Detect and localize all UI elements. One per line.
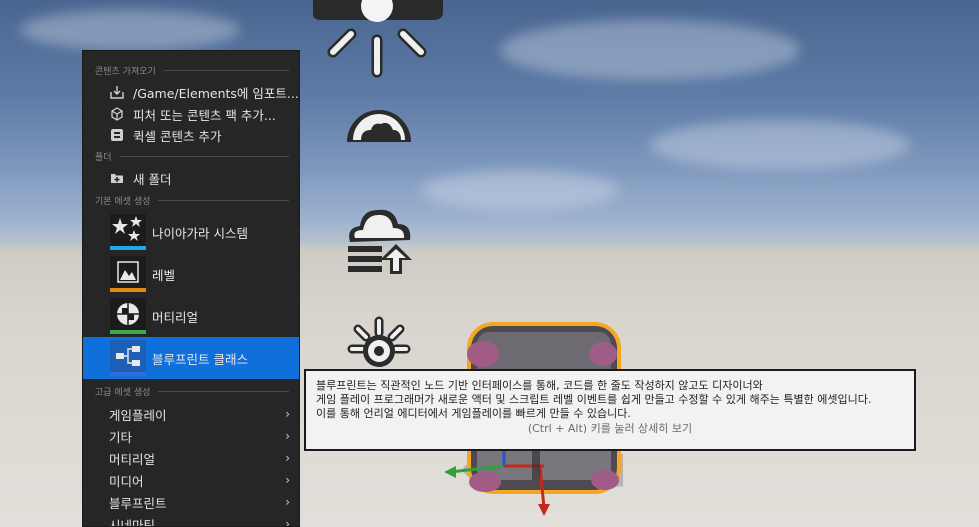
sky-cloud (650, 120, 910, 170)
quixel-icon (109, 127, 125, 143)
menu-item-label: 퀵셀 콘텐츠 추가 (133, 128, 222, 144)
menu-item-label: /Game/Elements에 임포트... (133, 85, 299, 101)
menu-item-label: 피처 또는 콘텐츠 팩 추가... (133, 107, 276, 123)
chevron-right-icon: › (285, 451, 290, 465)
sky-cloud (420, 170, 620, 210)
menu-item-new-folder[interactable]: 새 폴더 (83, 167, 299, 189)
sky-cloud (20, 10, 240, 50)
section-header-advanced-assets: 고급 에셋 생성 (95, 384, 289, 398)
menu-item-label: 새 폴더 (133, 171, 172, 187)
submenu-label: 게임플레이 (109, 407, 167, 423)
submenu-label: 머티리얼 (109, 451, 156, 467)
new-folder-icon (109, 170, 125, 186)
fog-icon[interactable] (342, 315, 416, 375)
submenu-label: 기타 (109, 429, 133, 445)
submenu-label: 미디어 (109, 473, 144, 489)
asset-label: 나이아가라 시스템 (152, 225, 248, 241)
submenu-material[interactable]: 머티리얼 › (83, 447, 299, 469)
submenu-gameplay[interactable]: 게임플레이 › (83, 403, 299, 425)
section-header-folder: 폴더 (95, 149, 289, 163)
chevron-right-icon: › (285, 407, 290, 421)
asset-label: 레벨 (152, 267, 176, 283)
submenu-cinematic[interactable]: 시네마틱 › (83, 513, 299, 527)
submenu-blueprint[interactable]: 블루프린트 › (83, 491, 299, 513)
submenu-misc[interactable]: 기타 › (83, 425, 299, 447)
niagara-icon (110, 214, 146, 250)
asset-label: 머티리얼 (152, 309, 199, 325)
chevron-right-icon: › (285, 473, 290, 487)
tooltip-line: 블루프린트는 직관적인 노드 기반 인터페이스를 통해, 코드를 한 줄도 작성… (316, 379, 763, 392)
section-header-basic-assets: 기본 에셋 생성 (95, 193, 289, 207)
skylight-icon[interactable] (344, 202, 414, 278)
import-icon (109, 84, 125, 100)
submenu-media[interactable]: 미디어 › (83, 469, 299, 491)
level-icon (110, 256, 146, 292)
tooltip-line: 게임 플레이 프로그래머가 새로운 액터 및 스크립트 레벨 이벤트를 쉽게 만… (316, 393, 872, 406)
sky-cloud (500, 20, 800, 80)
blueprint-class-icon (110, 340, 146, 376)
section-header-import: 콘텐츠 가져오기 (95, 63, 289, 77)
blueprint-class-tooltip: 블루프린트는 직관적인 노드 기반 인터페이스를 통해, 코드를 한 줄도 작성… (304, 369, 916, 451)
feature-pack-icon (109, 106, 125, 122)
asset-material[interactable]: 머티리얼 (83, 295, 299, 337)
tooltip-hint: (Ctrl + Alt) 키를 눌러 상세히 보기 (527, 422, 693, 435)
menu-item-add-feature-pack[interactable]: 피처 또는 콘텐츠 팩 추가... (83, 103, 299, 125)
chevron-right-icon: › (285, 495, 290, 509)
sky-atmosphere-icon[interactable] (343, 102, 415, 146)
submenu-label: 블루프린트 (109, 495, 167, 511)
add-content-context-menu: 콘텐츠 가져오기 /Game/Elements에 임포트... 피처 또는 콘텐… (82, 50, 300, 527)
tooltip-line: 이를 통해 언리얼 에디터에서 게임플레이를 빠르게 만들 수 있습니다. (316, 407, 631, 420)
menu-item-import[interactable]: /Game/Elements에 임포트... (83, 81, 299, 103)
asset-label: 블루프린트 클래스 (152, 351, 248, 367)
asset-level[interactable]: 레벨 (83, 253, 299, 295)
asset-niagara-system[interactable]: 나이아가라 시스템 (83, 211, 299, 253)
chevron-right-icon: › (285, 517, 290, 527)
asset-blueprint-class[interactable]: 블루프린트 클래스 (83, 337, 299, 379)
material-icon (110, 298, 146, 334)
chevron-right-icon: › (285, 429, 290, 443)
transform-gizmo[interactable] (440, 440, 560, 520)
directional-light-icon[interactable] (305, 0, 450, 85)
submenu-label: 시네마틱 (109, 517, 156, 527)
menu-item-add-quixel[interactable]: 퀵셀 콘텐츠 추가 (83, 124, 299, 146)
